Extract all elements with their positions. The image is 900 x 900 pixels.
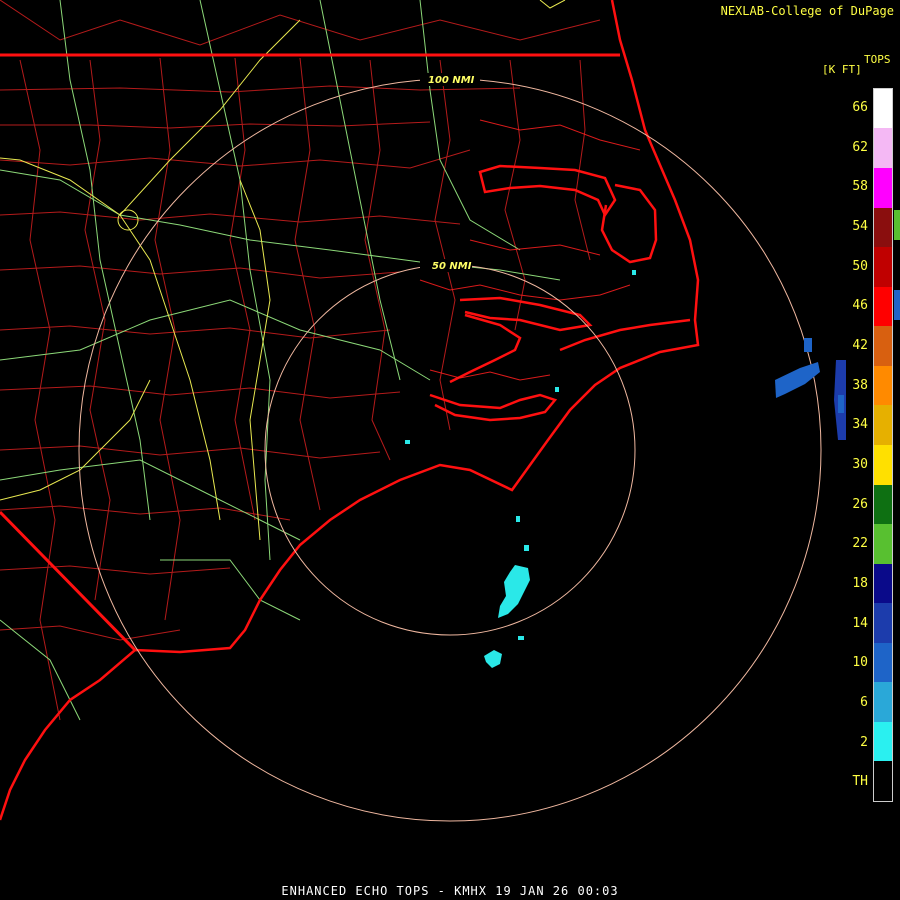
product-caption: ENHANCED ECHO TOPS - KMHX 19 JAN 26 00:0… [281,884,619,898]
scale-swatch [874,326,892,366]
color-scale [873,88,893,802]
scale-tick-label: 10 [852,655,868,671]
scale-swatch [874,286,892,327]
scale-swatch [874,168,892,208]
scale-swatch [874,88,892,129]
scale-swatch [874,603,892,643]
scale-swatch [874,682,892,722]
scale-tick-label: 42 [852,337,868,353]
credit-label: NEXLAB-College of DuPage [720,4,894,18]
scale-tick-label: 18 [852,575,868,591]
scale-tick-label: 14 [852,615,868,631]
scale-swatch [874,642,892,683]
scale-tick-label: 50 [852,258,868,274]
echo-cell [555,387,559,392]
scale-tick-label: 6 [860,694,868,710]
echo-cell [838,395,844,413]
scale-tick-label: 58 [852,179,868,195]
scale-swatch [874,444,892,485]
echo-cell [516,516,520,522]
echo-cell [804,338,812,352]
scale-swatch [874,761,892,801]
echo-cell [405,440,410,444]
scale-swatch [874,247,892,287]
scale-tick-label: 38 [852,377,868,393]
echo-cell [894,210,900,240]
scale-tick-label: 54 [852,218,868,234]
scale-tick-label: 22 [852,536,868,552]
ring-label-50: 50 NMI [432,261,472,272]
scale-tick-label: 2 [860,734,868,750]
radar-map: 50 NMI 100 NMI [0,0,900,900]
ring-label-100: 100 NMI [428,75,475,86]
legend-title: TOPS [864,53,891,66]
scale-swatch [874,365,892,406]
echo-cell [632,270,636,275]
scale-tick-label: 62 [852,139,868,155]
legend-unit: [K FT] [822,63,862,76]
echo-cell [518,636,524,640]
scale-swatch [874,128,892,168]
echo-cell [524,545,529,551]
scale-tick-label: 66 [852,99,868,115]
scale-swatch [874,484,892,525]
scale-swatch [874,524,892,564]
scale-tick-label: 46 [852,298,868,314]
scale-tick-label: 34 [852,417,868,433]
scale-swatch [874,207,892,248]
echo-cell [894,290,900,320]
scale-swatch [874,405,892,445]
scale-swatch [874,721,892,762]
scale-tick-label: 30 [852,456,868,472]
scale-swatch [874,563,892,604]
scale-tick-label: TH [852,774,868,790]
scale-tick-label: 26 [852,496,868,512]
